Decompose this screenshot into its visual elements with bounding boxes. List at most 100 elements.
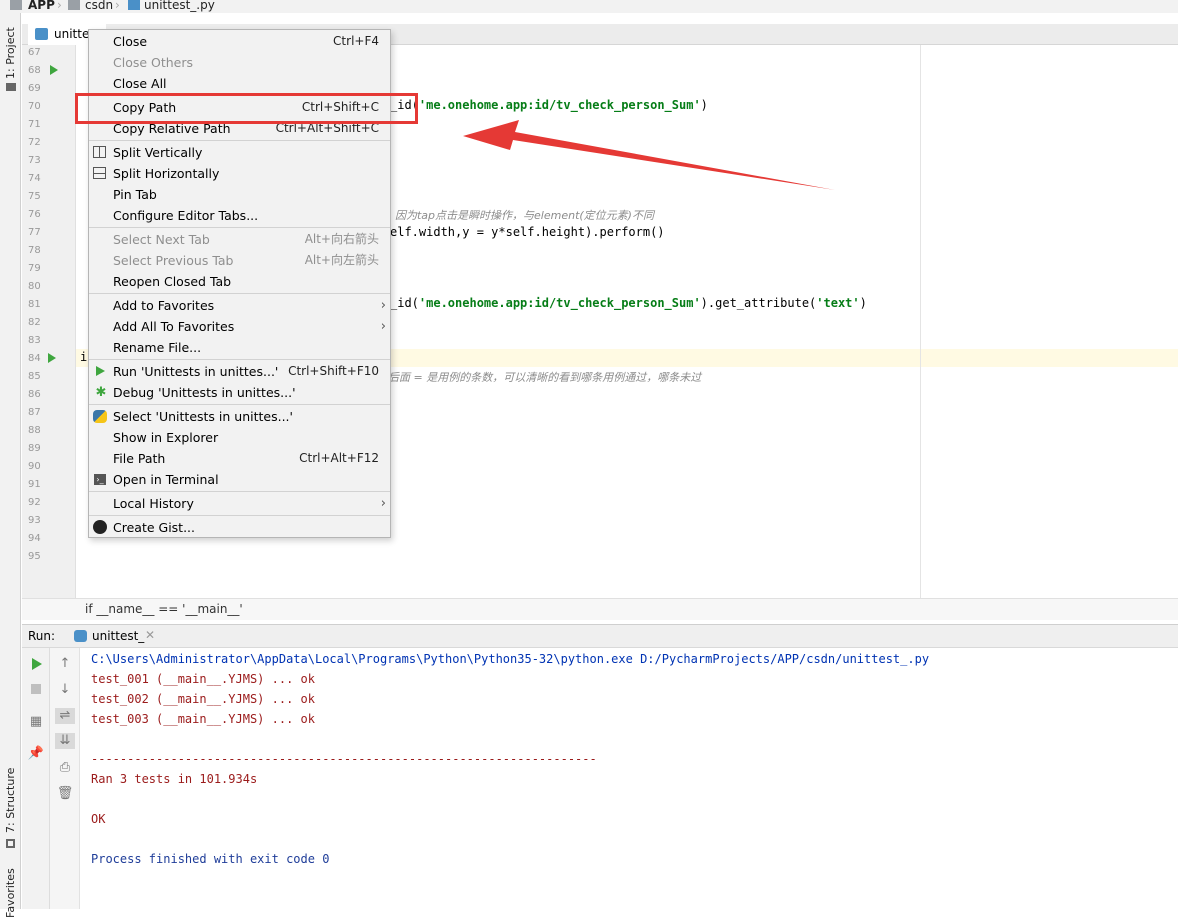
code-comment-85: 后面 = 是用例的条数，可以清晰的看到哪条用例通过，哪条未过 bbox=[388, 371, 702, 384]
menu-item-run-unittests[interactable]: Run 'Unittests in unittes...' Ctrl+Shift… bbox=[89, 361, 390, 382]
menu-item-reopen-closed-tab[interactable]: Reopen Closed Tab bbox=[89, 271, 390, 292]
menu-item-show-in-explorer[interactable]: Show in Explorer bbox=[89, 427, 390, 448]
run-tab-label[interactable]: unittest_ bbox=[92, 629, 144, 643]
console-line: test_002 (__main__.YJMS) ... ok bbox=[91, 692, 315, 706]
menu-separator bbox=[89, 491, 390, 492]
console-line: Ran 3 tests in 101.934s bbox=[91, 772, 258, 786]
menu-item-pin-tab[interactable]: Pin Tab bbox=[89, 184, 390, 205]
line-number: 78 bbox=[28, 245, 41, 256]
code-line-70: _id('me.onehome.app:id/tv_check_person_S… bbox=[390, 98, 708, 112]
menu-separator bbox=[89, 293, 390, 294]
code-line-81: _id('me.onehome.app:id/tv_check_person_S… bbox=[390, 296, 867, 310]
menu-item-configure-editor-tabs[interactable]: Configure Editor Tabs... bbox=[89, 205, 390, 226]
line-number: 86 bbox=[28, 389, 41, 400]
menu-separator bbox=[89, 359, 390, 360]
line-number-gutter: 67 68 69 70 71 72 73 74 75 76 77 78 79 8… bbox=[22, 45, 76, 598]
line-number: 92 bbox=[28, 497, 41, 508]
terminal-icon: ›_ bbox=[94, 474, 106, 485]
menu-item-file-path[interactable]: File Path Ctrl+Alt+F12 bbox=[89, 448, 390, 469]
line-number: 77 bbox=[28, 227, 41, 238]
print-icon[interactable]: ⎙ bbox=[55, 760, 75, 776]
menu-item-split-horizontally[interactable]: Split Horizontally bbox=[89, 163, 390, 184]
structure-tool-button[interactable]: 7: Structure bbox=[4, 768, 17, 833]
project-tool-button[interactable]: 1: Project bbox=[4, 27, 17, 79]
console-line: Process finished with exit code 0 bbox=[91, 852, 330, 866]
menu-item-split-vertically[interactable]: Split Vertically bbox=[89, 142, 390, 163]
run-icon bbox=[96, 366, 105, 376]
menu-item-open-in-terminal[interactable]: ›_ Open in Terminal bbox=[89, 469, 390, 490]
menu-item-add-to-favorites[interactable]: Add to Favorites › bbox=[89, 295, 390, 316]
console-line: test_001 (__main__.YJMS) ... ok bbox=[91, 672, 315, 686]
favorites-tool-button[interactable]: Favorites bbox=[4, 868, 17, 918]
line-number: 95 bbox=[28, 551, 41, 562]
menu-item-local-history[interactable]: Local History › bbox=[89, 493, 390, 514]
menu-item-select-unittests[interactable]: Select 'Unittests in unittes...' bbox=[89, 406, 390, 427]
breadcrumb-file[interactable]: unittest_.py bbox=[144, 0, 215, 13]
menu-item-create-gist[interactable]: Create Gist... bbox=[89, 517, 390, 538]
menu-separator bbox=[89, 515, 390, 516]
submenu-arrow-icon: › bbox=[380, 298, 386, 313]
line-number: 88 bbox=[28, 425, 41, 436]
close-tab-icon[interactable]: ✕ bbox=[145, 628, 155, 642]
layout-icon[interactable]: ▦ bbox=[26, 714, 46, 730]
scroll-to-end-icon[interactable]: ⇊ bbox=[55, 733, 75, 749]
console-line: C:\Users\Administrator\AppData\Local\Pro… bbox=[91, 652, 930, 666]
line-number: 72 bbox=[28, 137, 41, 148]
line-number: 84 bbox=[28, 353, 41, 364]
folder-icon bbox=[6, 83, 16, 91]
github-icon bbox=[93, 520, 107, 534]
menu-item-close-others[interactable]: Close Others bbox=[89, 52, 390, 73]
menu-item-debug-unittests[interactable]: ✱ Debug 'Unittests in unittes...' bbox=[89, 382, 390, 403]
breadcrumb-separator: › bbox=[57, 0, 62, 12]
breadcrumb-app[interactable]: APP bbox=[28, 0, 55, 13]
split-horizontal-icon bbox=[93, 167, 106, 179]
menu-item-select-next-tab[interactable]: Select Next Tab Alt+向右箭头 bbox=[89, 229, 390, 250]
line-number: 69 bbox=[28, 83, 41, 94]
console-line: ----------------------------------------… bbox=[91, 752, 597, 766]
line-number: 75 bbox=[28, 191, 41, 202]
run-gutter-icon[interactable] bbox=[50, 65, 58, 75]
line-number: 89 bbox=[28, 443, 41, 454]
soft-wrap-icon[interactable]: ⇌ bbox=[55, 708, 75, 724]
split-vertical-icon bbox=[93, 146, 106, 158]
console-line: test_003 (__main__.YJMS) ... ok bbox=[91, 712, 315, 726]
code-comment-76: , 因为tap点击是瞬时操作，与element(定位元素)不同 bbox=[388, 209, 654, 222]
line-number: 68 bbox=[28, 65, 41, 76]
menu-item-add-all-to-favorites[interactable]: Add All To Favorites › bbox=[89, 316, 390, 337]
menu-item-close[interactable]: Close Ctrl+F4 bbox=[89, 31, 390, 52]
debug-icon: ✱ bbox=[95, 385, 107, 400]
code-line-77: elf.width,y = y*self.height).perform() bbox=[390, 225, 665, 239]
python-icon bbox=[93, 410, 107, 423]
python-icon bbox=[74, 630, 87, 642]
line-number: 71 bbox=[28, 119, 41, 130]
line-number: 93 bbox=[28, 515, 41, 526]
arrow-down-icon[interactable]: ↓ bbox=[55, 682, 75, 698]
run-console-output[interactable]: C:\Users\Administrator\AppData\Local\Pro… bbox=[80, 648, 1178, 909]
code-line-84: i bbox=[80, 350, 88, 364]
line-number: 74 bbox=[28, 173, 41, 184]
line-number: 91 bbox=[28, 479, 41, 490]
arrow-up-icon[interactable]: ↑ bbox=[55, 656, 75, 672]
trash-icon[interactable]: 🗑 bbox=[55, 786, 75, 802]
stop-icon[interactable] bbox=[31, 684, 41, 694]
python-file-icon bbox=[35, 28, 48, 40]
run-gutter-icon[interactable] bbox=[48, 353, 56, 363]
breadcrumb-separator: › bbox=[115, 0, 120, 12]
right-margin-guide bbox=[920, 45, 921, 598]
annotation-arrow bbox=[463, 120, 835, 190]
console-line: OK bbox=[91, 812, 106, 826]
editor-breadcrumb[interactable]: if __name__ == '__main__' bbox=[22, 598, 1178, 620]
pin-icon[interactable]: 📌 bbox=[26, 746, 46, 762]
python-file-icon bbox=[128, 0, 140, 10]
folder-icon bbox=[10, 0, 22, 10]
structure-icon bbox=[6, 839, 15, 848]
submenu-arrow-icon: › bbox=[380, 496, 386, 511]
rerun-icon[interactable] bbox=[32, 658, 42, 670]
menu-item-rename-file[interactable]: Rename File... bbox=[89, 337, 390, 358]
menu-item-select-previous-tab[interactable]: Select Previous Tab Alt+向左箭头 bbox=[89, 250, 390, 271]
menu-item-close-all[interactable]: Close All bbox=[89, 73, 390, 94]
menu-separator bbox=[89, 227, 390, 228]
left-tool-strip: 1: Project 7: Structure Favorites bbox=[0, 13, 21, 918]
breadcrumb-csdn[interactable]: csdn bbox=[85, 0, 113, 13]
submenu-arrow-icon: › bbox=[380, 319, 386, 334]
